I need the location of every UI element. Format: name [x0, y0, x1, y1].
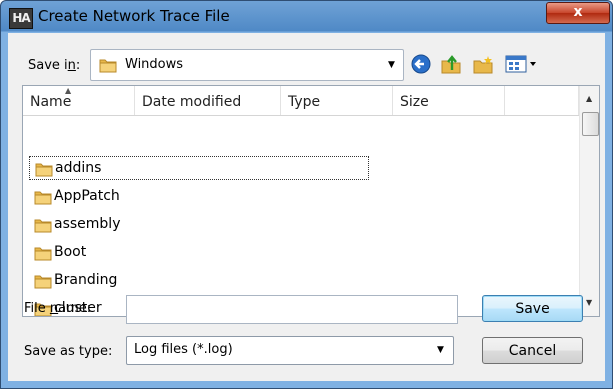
folder-icon: [34, 247, 52, 261]
save-as-type-select[interactable]: Log files (*.log) ▼: [126, 336, 454, 365]
chevron-down-icon[interactable]: ▼: [437, 345, 444, 355]
save-as-type-value: Log files (*.log): [134, 342, 233, 357]
save-as-type-label: Save as type:: [24, 344, 113, 359]
dialog-body: Save in: Windows ▼ ▲ Name Date modified …: [8, 33, 605, 381]
up-folder-icon[interactable]: [440, 54, 462, 74]
sort-caret-icon: ▲: [65, 86, 72, 95]
folder-icon: [34, 275, 52, 289]
dialog-window: HA Create Network Trace File x Save in: …: [0, 0, 613, 389]
vertical-scrollbar[interactable]: ▲ ▼: [579, 86, 599, 316]
save-in-value: Windows: [125, 57, 184, 72]
save-in-combo[interactable]: Windows ▼: [90, 49, 404, 81]
column-size[interactable]: Size: [393, 86, 505, 115]
list-item[interactable]: addins: [29, 156, 369, 180]
list-item-label: assembly: [54, 216, 121, 232]
folder-icon: [34, 219, 52, 233]
title-bar[interactable]: HA Create Network Trace File x: [1, 1, 612, 33]
folder-icon: [99, 59, 117, 73]
list-item-label: AppPatch: [54, 188, 120, 204]
save-button[interactable]: Save: [482, 295, 583, 322]
window-title: Create Network Trace File: [38, 7, 230, 25]
column-type[interactable]: Type: [281, 86, 393, 115]
file-name-field[interactable]: [126, 295, 458, 324]
column-header: ▲ Name Date modified Type Size: [23, 86, 579, 116]
list-item-label: Branding: [54, 272, 118, 288]
scroll-up-icon[interactable]: ▲: [586, 94, 592, 103]
scroll-thumb[interactable]: [582, 112, 599, 136]
column-date-modified[interactable]: Date modified: [135, 86, 281, 115]
scroll-down-icon[interactable]: ▼: [586, 298, 592, 307]
close-button[interactable]: x: [546, 2, 610, 24]
app-icon: HA: [9, 8, 33, 29]
column-name[interactable]: ▲ Name: [23, 86, 135, 115]
list-item-label: Boot: [54, 244, 87, 260]
list-item-label: addins: [55, 160, 102, 176]
file-name-label: File name:: [24, 301, 92, 316]
column-extra: [505, 86, 579, 115]
view-menu-icon[interactable]: [505, 54, 539, 74]
folder-icon: [34, 191, 52, 205]
new-folder-icon[interactable]: [472, 54, 494, 74]
folder-icon: [35, 163, 53, 177]
cancel-button[interactable]: Cancel: [482, 337, 583, 364]
save-in-label: Save in:: [28, 58, 81, 73]
chevron-down-icon[interactable]: ▼: [388, 60, 395, 70]
back-icon[interactable]: [410, 54, 432, 74]
file-list[interactable]: ▲ Name Date modified Type Size addins Ap…: [22, 85, 600, 317]
